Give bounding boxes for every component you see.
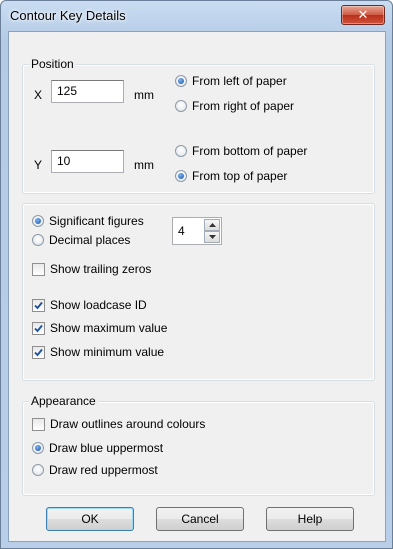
show-trailing-zeros-checkbox[interactable]: Show trailing zeros <box>32 262 151 276</box>
dialog-client-area: Position X 125 mm From left of paper Fro… <box>8 31 386 542</box>
y-input[interactable]: 10 <box>51 150 124 173</box>
digits-spinner-arrows <box>204 219 220 243</box>
from-left-radio[interactable]: From left of paper <box>175 74 287 88</box>
title-bar[interactable]: Contour Key Details ✕ <box>1 1 392 31</box>
draw-outlines-checkbox[interactable]: Draw outlines around colours <box>32 417 205 431</box>
significant-figures-radio[interactable]: Significant figures <box>32 214 144 228</box>
draw-red-label: Draw red uppermost <box>49 463 158 477</box>
show-loadcase-id-checkbox[interactable]: Show loadcase ID <box>32 298 147 312</box>
from-left-radio-button[interactable] <box>175 75 187 87</box>
triangle-up-icon <box>208 223 216 227</box>
spin-up-button[interactable] <box>204 219 220 231</box>
position-group: Position X 125 mm From left of paper Fro… <box>22 57 375 194</box>
help-button[interactable]: Help <box>266 507 354 531</box>
y-label: Y <box>34 158 43 172</box>
x-label: X <box>34 88 43 102</box>
significant-figures-label: Significant figures <box>49 214 144 228</box>
cancel-button[interactable]: Cancel <box>156 507 244 531</box>
show-minimum-value-label: Show minimum value <box>50 345 165 359</box>
draw-outlines-label: Draw outlines around colours <box>50 417 206 431</box>
digits-value[interactable]: 4 <box>178 224 185 238</box>
from-top-label: From top of paper <box>192 169 288 183</box>
checkmark-icon <box>34 301 43 309</box>
show-loadcase-id-box[interactable] <box>32 298 45 312</box>
format-group: Significant figures Decimal places 4 Sho… <box>22 203 375 381</box>
decimal-places-label: Decimal places <box>49 233 131 247</box>
x-unit-label: mm <box>134 88 154 102</box>
appearance-group: Appearance Draw outlines around colours … <box>22 394 375 496</box>
checkmark-icon <box>34 324 43 332</box>
ok-button[interactable]: OK <box>46 507 134 531</box>
show-minimum-value-box[interactable] <box>32 345 45 359</box>
dialog-window: Contour Key Details ✕ Position X 125 mm … <box>0 0 393 549</box>
spin-down-button[interactable] <box>204 231 220 243</box>
draw-red-radio[interactable]: Draw red uppermost <box>32 463 158 477</box>
from-left-label: From left of paper <box>192 74 287 88</box>
position-legend: Position <box>29 57 76 71</box>
from-top-radio-button[interactable] <box>175 170 187 182</box>
draw-outlines-box[interactable] <box>32 417 45 431</box>
from-bottom-radio-button[interactable] <box>175 145 187 157</box>
close-icon: ✕ <box>357 7 369 22</box>
draw-blue-radio[interactable]: Draw blue uppermost <box>32 441 163 455</box>
show-minimum-value-checkbox[interactable]: Show minimum value <box>32 345 164 359</box>
show-maximum-value-checkbox[interactable]: Show maximum value <box>32 321 167 335</box>
decimal-places-radio-button[interactable] <box>32 234 44 246</box>
x-input[interactable]: 125 <box>51 80 124 103</box>
decimal-places-radio[interactable]: Decimal places <box>32 233 130 247</box>
from-bottom-radio[interactable]: From bottom of paper <box>175 144 307 158</box>
draw-blue-label: Draw blue uppermost <box>49 441 164 455</box>
draw-red-radio-button[interactable] <box>32 464 44 476</box>
show-trailing-zeros-box[interactable] <box>32 262 45 276</box>
checkmark-icon <box>34 348 43 356</box>
from-right-radio[interactable]: From right of paper <box>175 99 294 113</box>
show-loadcase-id-label: Show loadcase ID <box>50 298 147 312</box>
from-right-radio-button[interactable] <box>175 100 187 112</box>
show-maximum-value-box[interactable] <box>32 321 45 335</box>
show-maximum-value-label: Show maximum value <box>50 321 168 335</box>
digits-spinner[interactable]: 4 <box>172 217 222 245</box>
appearance-legend: Appearance <box>29 394 98 408</box>
close-button[interactable]: ✕ <box>341 5 385 25</box>
dialog-title: Contour Key Details <box>10 8 126 23</box>
significant-figures-radio-button[interactable] <box>32 215 44 227</box>
from-right-label: From right of paper <box>192 99 295 113</box>
y-unit-label: mm <box>134 158 154 172</box>
draw-blue-radio-button[interactable] <box>32 442 44 454</box>
from-bottom-label: From bottom of paper <box>192 144 308 158</box>
triangle-down-icon <box>208 235 216 239</box>
show-trailing-zeros-label: Show trailing zeros <box>50 262 152 276</box>
from-top-radio[interactable]: From top of paper <box>175 169 287 183</box>
